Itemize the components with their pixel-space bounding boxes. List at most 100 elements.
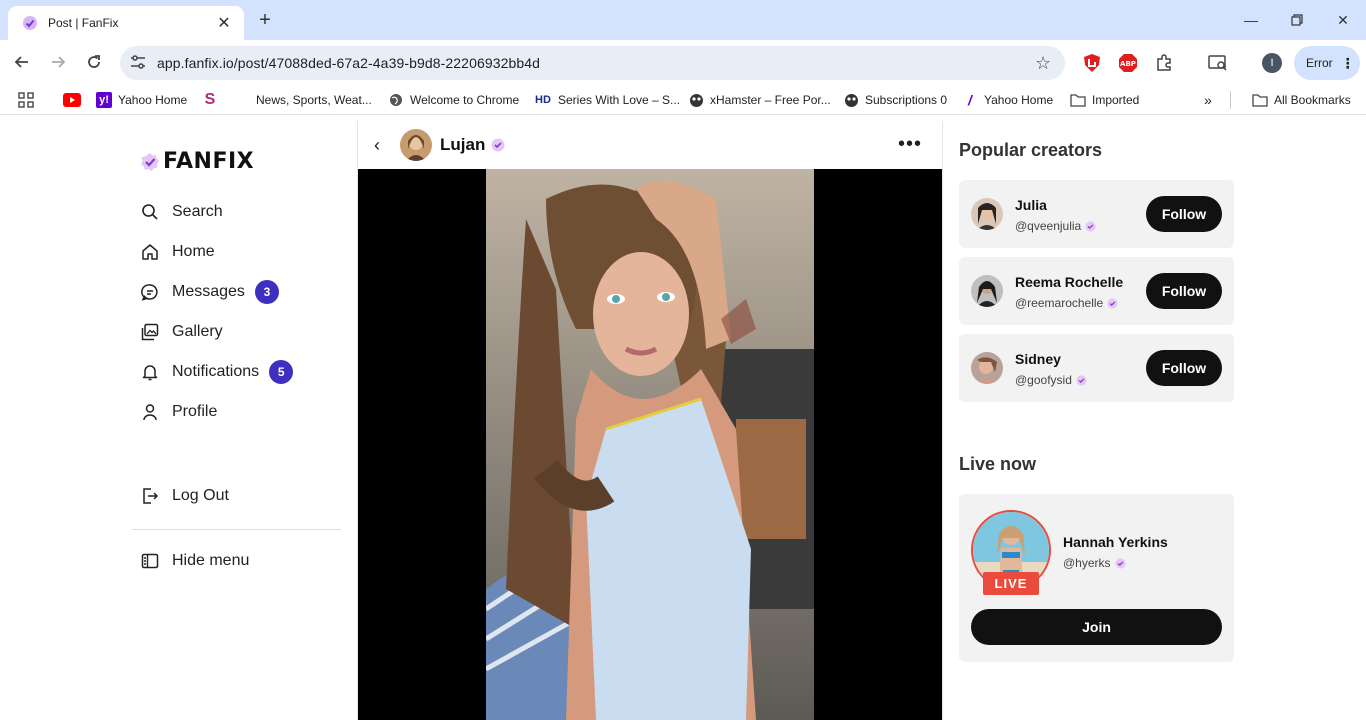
minimize-icon[interactable]: — bbox=[1228, 0, 1274, 40]
bookmark-subscriptions[interactable]: Subscriptions 0 bbox=[843, 91, 947, 109]
more-options-icon[interactable]: ••• bbox=[898, 133, 922, 156]
yahoo-icon: y! bbox=[96, 92, 112, 108]
nav-messages[interactable]: Messages 3 bbox=[140, 277, 279, 307]
follow-button[interactable]: Follow bbox=[1146, 196, 1222, 232]
home-icon bbox=[140, 242, 160, 262]
bookmark-welcome-chrome[interactable]: Welcome to Chrome bbox=[388, 91, 519, 109]
tab-title: Post | FanFix bbox=[48, 16, 119, 30]
apps-grid-icon[interactable] bbox=[18, 91, 34, 109]
handle-text: @qveenjulia bbox=[1015, 219, 1082, 233]
nav-notifications[interactable]: Notifications 5 bbox=[140, 357, 294, 387]
bookmark-label: xHamster – Free Por... bbox=[710, 93, 831, 107]
error-label: Error bbox=[1306, 56, 1333, 70]
folder-icon bbox=[1070, 92, 1086, 108]
yahoo-slash-icon: / bbox=[968, 92, 972, 108]
s-icon: S bbox=[204, 91, 216, 108]
fanfix-logo[interactable]: FANFIX bbox=[140, 149, 254, 174]
forward-icon[interactable] bbox=[44, 48, 72, 76]
messages-badge: 3 bbox=[254, 280, 279, 304]
nav-label: Hide menu bbox=[172, 552, 250, 569]
nav-home[interactable]: Home bbox=[140, 237, 215, 267]
bookmark-folder-imported[interactable]: Imported bbox=[1070, 91, 1139, 109]
more-bookmarks-chevron-icon[interactable]: » bbox=[1204, 91, 1212, 109]
live-creator-handle: @hyerks bbox=[1063, 556, 1126, 570]
creator-avatar[interactable] bbox=[971, 198, 1003, 230]
join-button[interactable]: Join bbox=[971, 609, 1222, 645]
post-header: ‹ Lujan ••• bbox=[358, 121, 942, 169]
close-window-icon[interactable]: ✕ bbox=[1320, 0, 1366, 40]
bookmark-label: Welcome to Chrome bbox=[410, 93, 520, 107]
profile-initial: I bbox=[1262, 53, 1282, 73]
tab-search-icon[interactable] bbox=[1206, 51, 1230, 75]
back-chevron-icon[interactable]: ‹ bbox=[374, 135, 394, 156]
back-icon[interactable] bbox=[8, 48, 36, 76]
handle-text: @reemarochelle bbox=[1015, 296, 1104, 310]
bookmark-label: Imported bbox=[1092, 93, 1140, 107]
fanfix-favicon-icon bbox=[23, 16, 37, 30]
profile-icon bbox=[140, 402, 160, 422]
popular-creators-title: Popular creators bbox=[959, 140, 1103, 160]
follow-button[interactable]: Follow bbox=[1146, 273, 1222, 309]
live-card[interactable]: LIVE Hannah Yerkins @hyerks Join bbox=[959, 494, 1234, 662]
post-photo[interactable] bbox=[486, 169, 814, 720]
globe-icon bbox=[388, 92, 404, 108]
bookmark-star-icon[interactable]: ☆ bbox=[1035, 53, 1065, 74]
bookmark-xhamster[interactable]: xHamster – Free Por... bbox=[688, 91, 831, 109]
handle-text: @goofysid bbox=[1015, 373, 1072, 387]
creator-name[interactable]: Lujan bbox=[440, 135, 485, 155]
live-creator-name[interactable]: Hannah Yerkins bbox=[1063, 534, 1168, 550]
logo-text: FANFIX bbox=[163, 149, 255, 174]
nav-label: Notifications bbox=[172, 363, 260, 380]
reload-icon[interactable] bbox=[80, 48, 108, 76]
bookmarks-bar: y! Yahoo Home S News, Sports, Weat... We… bbox=[0, 85, 1366, 115]
bookmark-news[interactable]: News, Sports, Weat... bbox=[256, 91, 372, 109]
url-text[interactable]: app.fanfix.io/post/47088ded-67a2-4a39-b9… bbox=[157, 55, 1035, 71]
bookmark-series[interactable]: HD Series With Love – S... bbox=[534, 91, 680, 109]
creator-avatar[interactable] bbox=[971, 352, 1003, 384]
verified-badge-icon bbox=[1085, 220, 1096, 232]
profile-avatar-icon[interactable]: I bbox=[1260, 51, 1284, 75]
browser-tab[interactable]: Post | FanFix ✕ bbox=[8, 6, 244, 40]
bookmark-label: Subscriptions 0 bbox=[865, 93, 948, 107]
nav-label: Home bbox=[172, 243, 215, 260]
bookmark-yahoo-home-2[interactable]: / Yahoo Home bbox=[962, 91, 1053, 109]
nav-hide-menu[interactable]: Hide menu bbox=[140, 546, 249, 576]
mask-icon bbox=[843, 92, 859, 108]
nav-gallery[interactable]: Gallery bbox=[140, 317, 223, 347]
creator-card[interactable]: Sidney @goofysid Follow bbox=[959, 334, 1234, 402]
verified-badge-icon bbox=[1076, 374, 1087, 386]
bookmark-yahoo-home[interactable]: y! Yahoo Home bbox=[96, 91, 187, 109]
close-tab-icon[interactable]: ✕ bbox=[214, 13, 234, 33]
address-bar[interactable]: app.fanfix.io/post/47088ded-67a2-4a39-b9… bbox=[120, 46, 1065, 80]
adblock-shield-icon[interactable] bbox=[1080, 51, 1104, 75]
youtube-icon[interactable] bbox=[63, 91, 81, 109]
creator-card[interactable]: Julia @qveenjulia Follow bbox=[959, 180, 1234, 248]
creator-name[interactable]: Julia bbox=[1015, 197, 1047, 213]
bookmark-label: News, Sports, Weat... bbox=[256, 93, 372, 107]
creator-name[interactable]: Sidney bbox=[1015, 351, 1061, 367]
bookmark-folder-all[interactable]: All Bookmarks bbox=[1252, 91, 1351, 109]
post-panel: ‹ Lujan ••• bbox=[357, 121, 943, 720]
creator-card[interactable]: Reema Rochelle @reemarochelle Follow bbox=[959, 257, 1234, 325]
abp-icon[interactable]: ABP bbox=[1116, 51, 1140, 75]
bookmark-s[interactable]: S bbox=[202, 91, 224, 109]
follow-button[interactable]: Follow bbox=[1146, 350, 1222, 386]
post-media[interactable] bbox=[358, 169, 942, 720]
site-info-icon[interactable] bbox=[130, 54, 152, 72]
nav-search[interactable]: Search bbox=[140, 197, 223, 227]
nav-logout[interactable]: Log Out bbox=[140, 481, 229, 511]
restore-icon[interactable] bbox=[1274, 0, 1320, 40]
creator-avatar[interactable] bbox=[400, 129, 432, 161]
creator-avatar[interactable] bbox=[971, 275, 1003, 307]
svg-text:ABP: ABP bbox=[1120, 60, 1136, 68]
live-now-title: Live now bbox=[959, 454, 1037, 474]
verified-badge-icon bbox=[1107, 297, 1118, 309]
new-tab-icon[interactable]: + bbox=[254, 8, 276, 32]
nav-profile[interactable]: Profile bbox=[140, 397, 217, 427]
error-menu-button[interactable]: Error ⋮ bbox=[1294, 46, 1360, 80]
mask-icon bbox=[688, 92, 704, 108]
hd-icon: HD bbox=[535, 94, 551, 106]
extensions-puzzle-icon[interactable] bbox=[1152, 51, 1176, 75]
creator-name[interactable]: Reema Rochelle bbox=[1015, 274, 1123, 290]
creator-handle: @qveenjulia bbox=[1015, 219, 1096, 233]
